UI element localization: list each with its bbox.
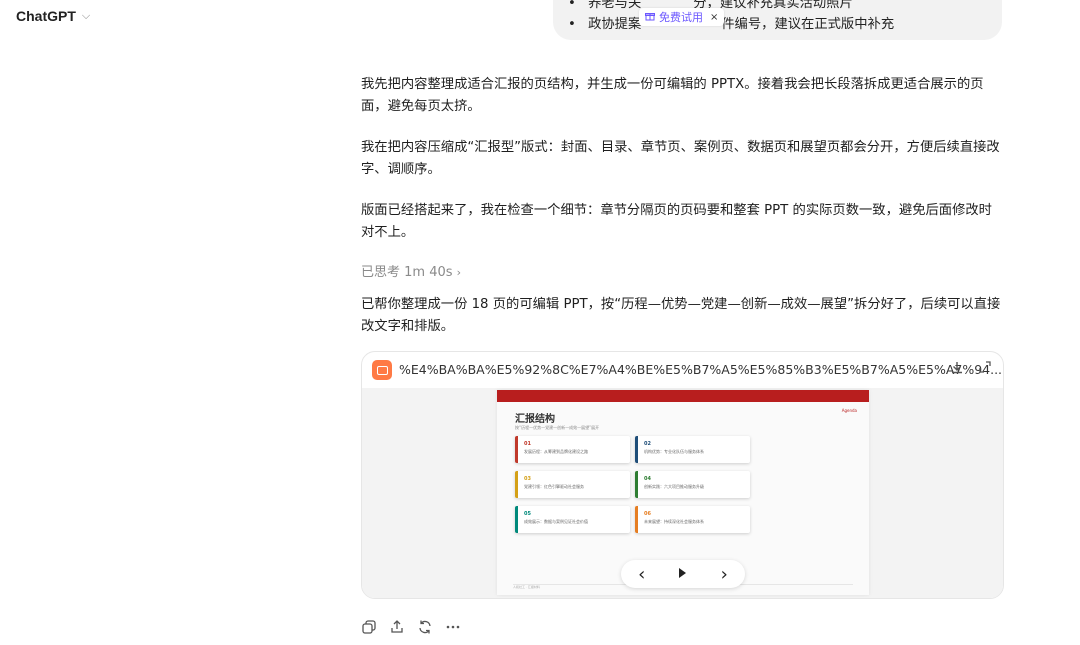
- slide-footer: 人和社工 · 汇报材料: [513, 585, 540, 589]
- slide-top-bar: [497, 390, 869, 402]
- regenerate-icon[interactable]: [417, 619, 433, 635]
- user-bullet-2: 政协提案件编号，建议在正式版中补充: [568, 13, 894, 32]
- expand-icon[interactable]: [979, 361, 991, 377]
- app-title-text: ChatGPT: [16, 8, 76, 24]
- more-icon[interactable]: [445, 619, 461, 635]
- slide-preview[interactable]: Agenda 汇报结构 按“历程—优势—党建—创新—成效—展望”展开 01 发展…: [362, 388, 1003, 598]
- assistant-paragraph-4: 已帮你整理成一份 18 页的可编辑 PPT，按“历程—优势—党建—创新—成效—展…: [361, 297, 1001, 334]
- slide-subtitle: 按“历程—优势—党建—创新—成效—展望”展开: [515, 425, 600, 430]
- toc-item: 04 创新实践：六大项目推动服务升级: [635, 471, 750, 498]
- slide-brand: Agenda: [841, 408, 857, 413]
- toc-item: 05 成效展示：数据与案例见证社会价值: [515, 506, 630, 533]
- chevron-right-icon: ›: [456, 266, 462, 279]
- message-actions: [361, 619, 461, 635]
- thought-duration-text: 已思考 1m 40s: [361, 265, 453, 280]
- assistant-paragraph-1: 我先把内容整理成适合汇报的页结构，并生成一份可编辑的 PPTX。接着我会把长段落…: [361, 77, 984, 114]
- thought-duration-toggle[interactable]: 已思考 1m 40s ›: [361, 261, 461, 280]
- toc-item: 01 发展历程：从筹建到品牌化建设之路: [515, 436, 630, 463]
- slide-title: 汇报结构: [515, 414, 555, 425]
- assistant-paragraph-2: 我在把内容压缩成“汇报型”版式：封面、目录、章节页、案例页、数据页和展望页都会分…: [361, 140, 1000, 177]
- pptx-file-card[interactable]: %E4%BA%BA%E5%92%8C%E7%A4%BE%E5%B7%A5%E5%…: [361, 351, 1004, 599]
- toc-item: 06 未来展望：持续深化社会服务体系: [635, 506, 750, 533]
- file-card-header: %E4%BA%BA%E5%92%8C%E7%A4%BE%E5%B7%A5%E5%…: [362, 352, 1003, 388]
- free-trial-chip[interactable]: 免费试用 ×: [639, 8, 725, 26]
- file-name: %E4%BA%BA%E5%92%8C%E7%A4%BE%E5%B7%A5%E5%…: [399, 362, 1003, 377]
- toc-item: 02 机构优势：专业化队伍与服务体系: [635, 436, 750, 463]
- next-slide-button[interactable]: ›: [721, 564, 728, 585]
- copy-icon[interactable]: [361, 619, 377, 635]
- toc-item: 03 党建引领：红色引擎驱动社会服务: [515, 471, 630, 498]
- close-icon[interactable]: ×: [710, 12, 718, 23]
- prev-slide-button[interactable]: ‹: [638, 564, 645, 585]
- play-icon[interactable]: [679, 567, 687, 582]
- app-title[interactable]: ChatGPT ⌵: [16, 8, 90, 24]
- assistant-paragraph-3: 版面已经搭起来了，我在检查一个细节：章节分隔页的页码要和整套 PPT 的实际页数…: [361, 203, 992, 240]
- chevron-down-icon: ⌵: [81, 9, 91, 22]
- presentation-file-icon: [372, 360, 392, 380]
- free-trial-label: 免费试用: [659, 11, 703, 24]
- gift-icon: [645, 11, 655, 24]
- share-icon[interactable]: [389, 619, 405, 635]
- slide-navigation: ‹ ›: [621, 560, 745, 588]
- download-icon[interactable]: [950, 361, 964, 379]
